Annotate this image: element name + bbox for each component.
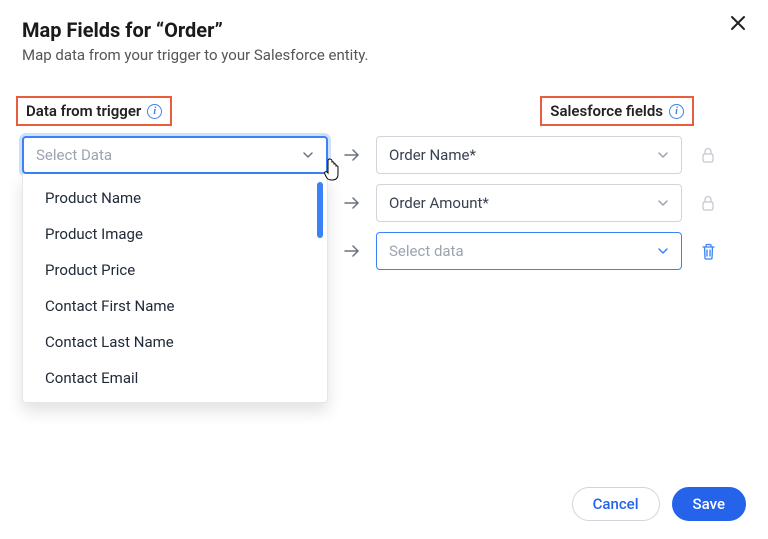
page-subtitle: Map data from your trigger to your Sales… (22, 46, 746, 64)
delete-button[interactable] (696, 243, 720, 260)
chevron-down-icon (657, 197, 669, 209)
dropdown-option[interactable]: Contact Last Name (23, 324, 327, 360)
cancel-button[interactable]: Cancel (572, 487, 660, 521)
select-placeholder: Select Data (36, 146, 112, 164)
scrollbar-thumb[interactable] (317, 182, 323, 238)
lock-icon (696, 147, 720, 163)
trigger-data-label: Data from trigger (26, 102, 141, 120)
chevron-down-icon (657, 149, 669, 161)
salesforce-field-select[interactable]: Order Amount* (376, 184, 682, 222)
arrow-right-icon (342, 244, 362, 258)
salesforce-fields-header: Salesforce fields i (540, 96, 694, 126)
chevron-down-icon (657, 245, 669, 257)
select-value: Order Amount* (389, 194, 489, 212)
trigger-data-header: Data from trigger i (16, 96, 172, 126)
dropdown-option[interactable]: Contact Email (23, 360, 327, 396)
save-button[interactable]: Save (672, 487, 746, 521)
dropdown-option[interactable]: Product Price (23, 252, 327, 288)
salesforce-fields-label: Salesforce fields (550, 102, 663, 120)
info-icon[interactable]: i (147, 104, 162, 119)
lock-icon (696, 195, 720, 211)
dropdown-option[interactable]: Contact First Name (23, 288, 327, 324)
arrow-right-icon (342, 148, 362, 162)
page-title: Map Fields for “Order” (22, 18, 746, 42)
info-icon[interactable]: i (669, 104, 684, 119)
close-button[interactable] (730, 14, 746, 36)
select-placeholder: Select data (389, 242, 464, 260)
select-value: Order Name* (389, 146, 476, 164)
dropdown-option[interactable]: Product Name (23, 180, 327, 216)
chevron-down-icon (302, 149, 314, 161)
close-icon (730, 12, 746, 37)
arrow-right-icon (342, 196, 362, 210)
trigger-data-dropdown[interactable]: Product Name Product Image Product Price… (22, 174, 328, 403)
salesforce-field-select[interactable]: Select data (376, 232, 682, 270)
trigger-data-select[interactable]: Select Data (22, 136, 328, 174)
dropdown-option[interactable]: Product Image (23, 216, 327, 252)
salesforce-field-select[interactable]: Order Name* (376, 136, 682, 174)
